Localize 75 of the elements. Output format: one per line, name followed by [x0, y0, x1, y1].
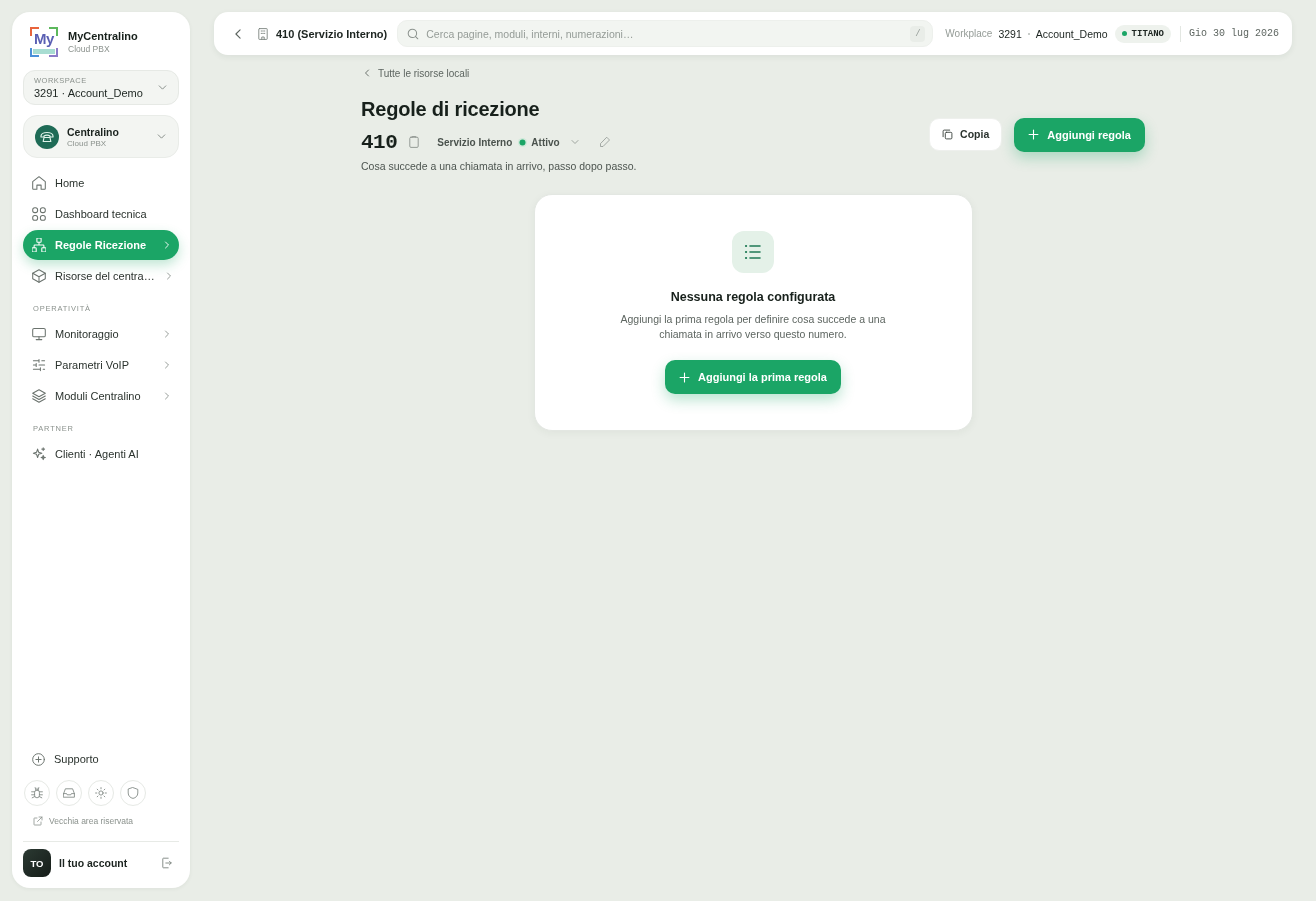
- chevron-right-icon: [162, 360, 172, 370]
- phone-icon: [35, 124, 59, 149]
- nav-item[interactable]: Moduli Centralino: [23, 381, 179, 411]
- page-heading: Regole di ricezione: [361, 97, 541, 122]
- logout-button[interactable]: [161, 857, 173, 869]
- pbx-switcher[interactable]: Centralino Cloud PBX: [23, 115, 179, 158]
- chevron-right-icon: [162, 329, 172, 339]
- building-icon: [257, 27, 269, 40]
- search-input[interactable]: Cerca pagine, moduli, interni, numerazioni…: [426, 27, 904, 40]
- search-icon: [407, 27, 420, 40]
- workplace-id: 3291: [998, 27, 1022, 40]
- plus-circle-icon: [32, 752, 45, 766]
- edit-button[interactable]: [599, 137, 610, 147]
- sparkles-icon: [32, 447, 46, 461]
- plus-icon: [1028, 129, 1040, 140]
- chevron-left-icon: [362, 68, 372, 78]
- bug-icon: [31, 787, 43, 799]
- chevron-down-icon: [569, 137, 580, 147]
- logout-icon: [161, 857, 173, 869]
- pbx-name: Centralino: [67, 125, 120, 138]
- pencil-icon: [599, 137, 610, 147]
- layers-icon: [32, 389, 46, 403]
- resource-type: Servizio Interno: [437, 136, 513, 148]
- resource-title: 410 (Servizio Interno): [276, 27, 388, 40]
- status-dot-icon: [518, 137, 528, 147]
- empty-state-text: Aggiungi la prima regola per definire cosa succede a una chiamata in arrivo verso questo numero.: [619, 312, 887, 342]
- page-description: Cosa succede a una chiamata in arrivo, passo dopo passo.: [361, 160, 637, 173]
- shortcut-key: /: [910, 25, 926, 42]
- nav-item[interactable]: Clienti · Agenti AI: [23, 439, 179, 469]
- external-link-icon: [33, 816, 43, 826]
- chevron-down-icon: [157, 82, 168, 93]
- nav-item[interactable]: Home: [23, 168, 179, 198]
- hierarchy-icon: [32, 238, 46, 252]
- status-dropdown[interactable]: Attivo: [518, 136, 580, 148]
- workplace-account: Account_Demo: [1035, 27, 1108, 40]
- status-dot-icon: [1121, 31, 1127, 36]
- support-link[interactable]: Supporto: [23, 744, 179, 774]
- copy-number-button[interactable]: [408, 136, 421, 148]
- monitor-icon: [32, 327, 46, 341]
- brand-name: MyCentralino: [68, 30, 138, 42]
- copy-icon: [942, 128, 954, 140]
- workplace-label: Workplace: [945, 28, 993, 39]
- date-text: Gio 30 lug 2026: [1189, 28, 1279, 39]
- shield-icon: [127, 787, 139, 799]
- nav-item[interactable]: Parametri VoIP: [23, 350, 179, 380]
- sun-icon: [95, 787, 107, 799]
- theme-button[interactable]: [88, 780, 114, 806]
- empty-state-title: Nessuna regola configurata: [670, 289, 836, 305]
- cube-icon: [32, 269, 46, 283]
- home-icon: [32, 176, 46, 190]
- clipboard-icon: [408, 136, 421, 148]
- list-icon: [732, 231, 774, 273]
- brand-subtitle: Cloud PBX: [68, 44, 111, 54]
- grid-icon: [32, 207, 46, 221]
- nav-item[interactable]: Dashboard tecnica: [23, 199, 179, 229]
- copy-button[interactable]: Copia: [929, 117, 1003, 151]
- inbox-icon: [63, 787, 75, 799]
- sliders-icon: [32, 358, 46, 372]
- chevron-right-icon: [162, 240, 172, 250]
- account-name: Il tuo account: [59, 857, 128, 869]
- pbx-subtitle: Cloud PBX: [67, 138, 108, 148]
- nav-item[interactable]: Monitoraggio: [23, 319, 179, 349]
- chevron-right-icon: [162, 391, 172, 401]
- nav-item[interactable]: Risorse del centra…: [23, 261, 179, 291]
- plus-icon: [679, 371, 690, 383]
- chevron-down-icon: [156, 131, 167, 142]
- back-link[interactable]: Tutte le risorse locali: [361, 66, 470, 80]
- avatar: TO: [23, 849, 51, 877]
- plan-name: TITANO: [1131, 28, 1164, 39]
- brand-logo: My: [30, 27, 58, 57]
- inbox-button[interactable]: [56, 780, 82, 806]
- bug-button[interactable]: [24, 780, 50, 806]
- extension-number: 410: [361, 130, 398, 154]
- shield-button[interactable]: [120, 780, 146, 806]
- workspace-name: 3291 · Account_Demo: [34, 87, 143, 99]
